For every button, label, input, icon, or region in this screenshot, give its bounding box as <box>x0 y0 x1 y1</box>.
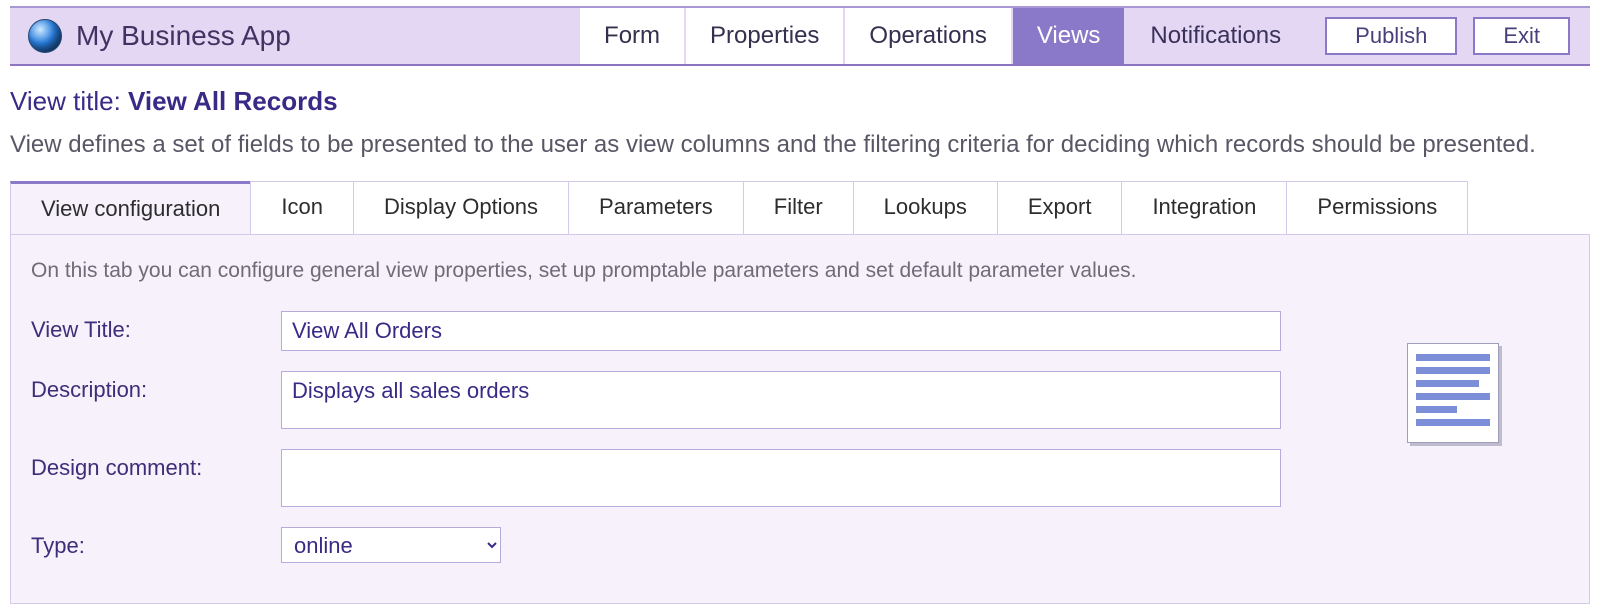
list-icon-row <box>1416 419 1490 426</box>
list-icon-row <box>1416 393 1490 400</box>
nav-notifications[interactable]: Notifications <box>1124 8 1305 64</box>
tab-filter[interactable]: Filter <box>743 181 854 234</box>
list-icon-row <box>1416 380 1479 387</box>
view-definition-text: View defines a set of fields to be prese… <box>10 131 1590 159</box>
list-icon-row <box>1416 354 1490 361</box>
list-icon-row <box>1416 367 1490 374</box>
tab-export[interactable]: Export <box>997 181 1123 234</box>
tab-icon[interactable]: Icon <box>250 181 354 234</box>
nav-properties[interactable]: Properties <box>684 8 843 64</box>
app-title-area: My Business App <box>10 8 578 64</box>
tab-blurb: On this tab you can configure general vi… <box>31 259 1569 283</box>
tab-permissions[interactable]: Permissions <box>1286 181 1468 234</box>
list-icon <box>1407 343 1499 443</box>
tab-body: On this tab you can configure general vi… <box>10 234 1590 604</box>
subtabs: View configuration Icon Display Options … <box>10 181 1590 234</box>
subheader: View title: View All Records View define… <box>10 66 1590 159</box>
nav-views[interactable]: Views <box>1011 8 1125 64</box>
top-nav: Form Properties Operations Views Notific… <box>578 8 1305 64</box>
input-view-title[interactable] <box>281 311 1281 351</box>
label-design-comment: Design comment: <box>31 449 281 481</box>
header-actions: Publish Exit <box>1305 8 1590 64</box>
exit-button[interactable]: Exit <box>1473 17 1570 55</box>
label-view-title: View Title: <box>31 311 281 343</box>
globe-icon <box>28 19 62 53</box>
list-icon-row <box>1416 406 1457 413</box>
label-type: Type: <box>31 527 281 559</box>
publish-button[interactable]: Publish <box>1325 17 1457 55</box>
tab-integration[interactable]: Integration <box>1121 181 1287 234</box>
view-title-prefix: View title: <box>10 86 128 116</box>
nav-operations[interactable]: Operations <box>843 8 1010 64</box>
nav-form[interactable]: Form <box>578 8 684 64</box>
config-form: View Title: Description: Displays all sa… <box>31 311 1569 563</box>
tab-parameters[interactable]: Parameters <box>568 181 744 234</box>
view-title-value: View All Records <box>128 86 338 116</box>
view-title-line: View title: View All Records <box>10 86 1590 117</box>
select-type[interactable]: online <box>281 527 501 563</box>
tab-view-configuration[interactable]: View configuration <box>10 181 251 234</box>
input-description[interactable]: Displays all sales orders <box>281 371 1281 429</box>
input-design-comment[interactable] <box>281 449 1281 507</box>
label-description: Description: <box>31 371 281 403</box>
tab-display-options[interactable]: Display Options <box>353 181 569 234</box>
app-title: My Business App <box>76 20 291 52</box>
app-header: My Business App Form Properties Operatio… <box>10 6 1590 66</box>
tab-lookups[interactable]: Lookups <box>853 181 998 234</box>
